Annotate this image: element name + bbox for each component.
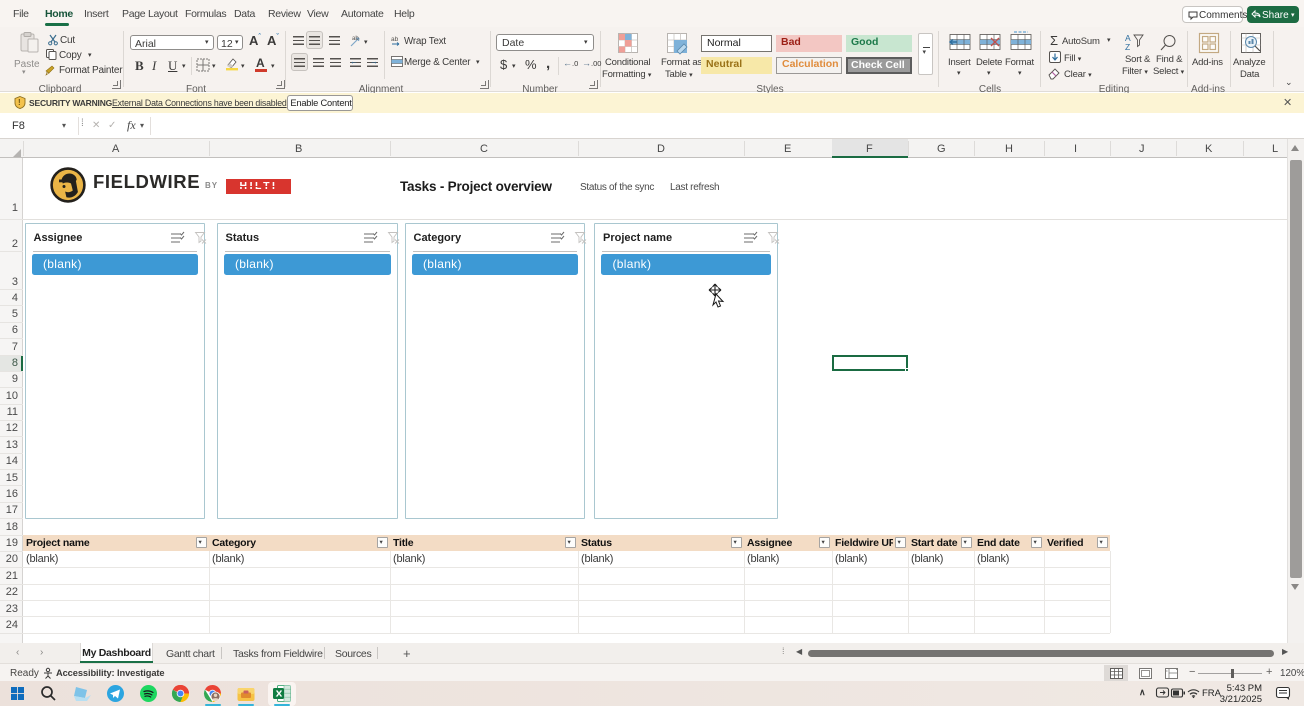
svg-text:Z: Z <box>1125 42 1130 52</box>
svg-text:ab: ab <box>391 36 399 43</box>
svg-text:!: ! <box>18 98 21 107</box>
svg-text:ab: ab <box>352 36 359 42</box>
